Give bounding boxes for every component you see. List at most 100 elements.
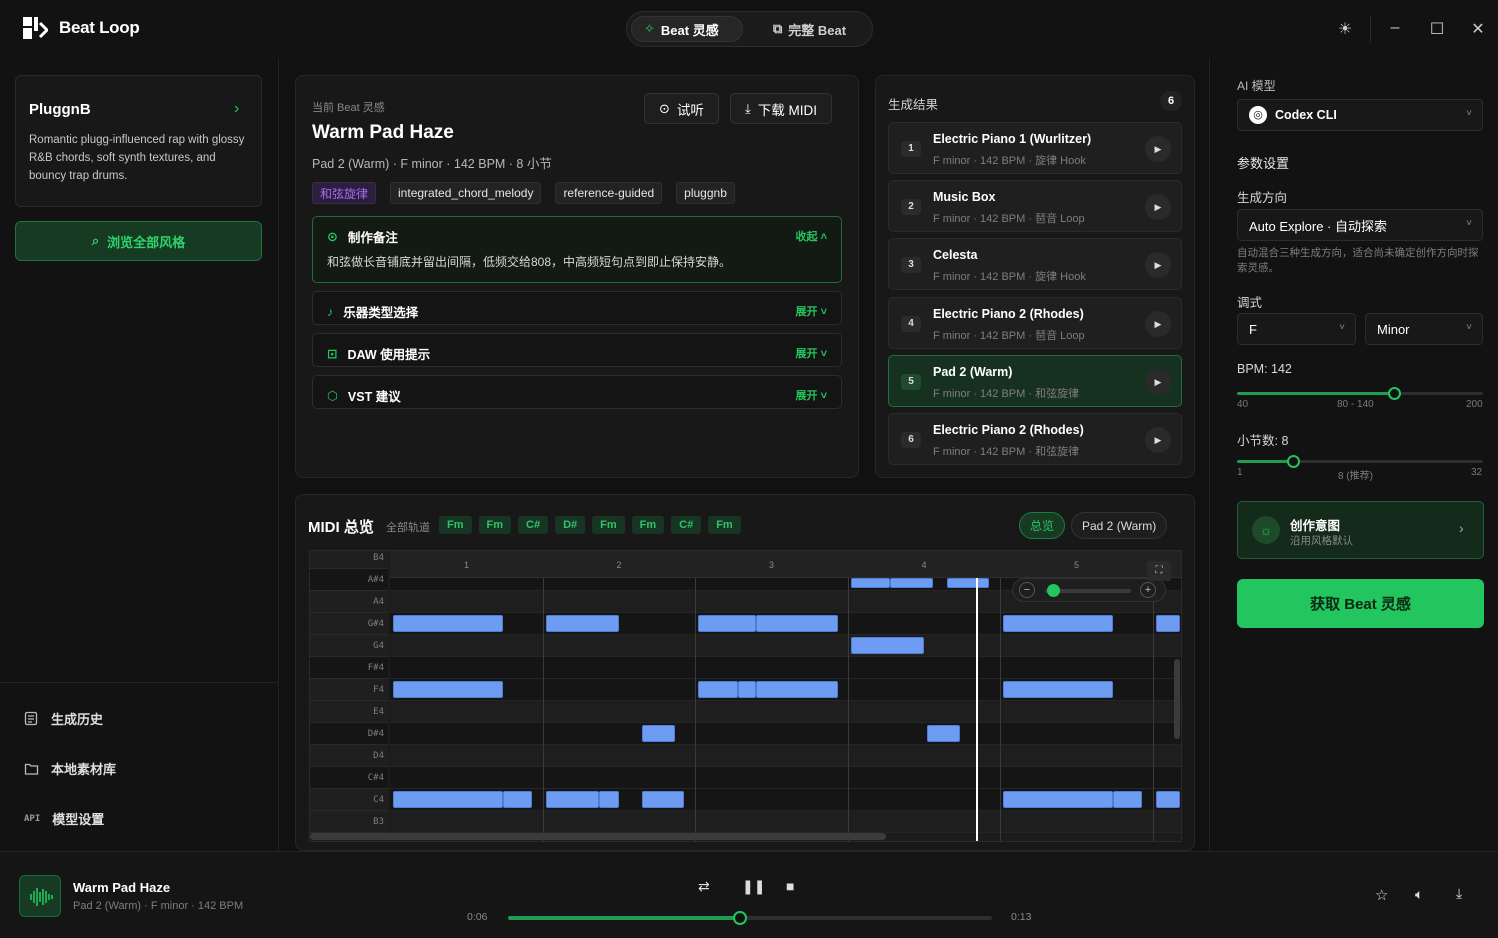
fullscreen-icon[interactable]: ⛶ (1147, 561, 1171, 581)
api-icon: API (24, 813, 41, 824)
result-item[interactable]: 3 Celesta F minor · 142 BPM · 旋律 Hook ▶ (888, 238, 1182, 290)
midi-note[interactable] (755, 681, 839, 698)
midi-note[interactable] (393, 791, 503, 808)
play-icon[interactable]: ▶ (1145, 194, 1171, 220)
play-icon[interactable]: ▶ (1145, 427, 1171, 453)
creative-intent-card[interactable]: ☼ 创作意图 沿用风格默认 › (1237, 501, 1484, 559)
result-number: 2 (901, 199, 921, 215)
result-item[interactable]: 2 Music Box F minor · 142 BPM · 琶音 Loop ▶ (888, 180, 1182, 232)
piano-roll[interactable]: B4 A#4 A4 G#4 G4 F#4 F4 E4 D#4 D4 C#4 C4 B3 1 2 3 4 5− + ⛶ (309, 550, 1182, 842)
openai-icon: ◎ (1249, 106, 1267, 124)
tab-full-beat[interactable]: ⧉ 完整 Beat (761, 16, 858, 42)
tab-label: Beat 灵感 (660, 22, 719, 38)
key-mode-select[interactable]: Minor ˅ (1365, 313, 1483, 345)
direction-select[interactable]: Auto Explore · 自动探索 ˅ (1237, 209, 1483, 241)
midi-note[interactable] (598, 791, 619, 808)
midi-note[interactable] (641, 725, 676, 742)
download-midi-button[interactable]: ⤓ 下载 MIDI (730, 93, 832, 124)
title-bar: Beat Loop ✧ Beat 灵感 ⧉ 完整 Beat ☀ – ☐ ✕ (0, 0, 1498, 58)
midi-note[interactable] (1112, 791, 1142, 808)
nav-model-settings[interactable]: API 模型设置 (24, 809, 104, 828)
midi-note[interactable] (850, 578, 891, 588)
zoom-slider-thumb[interactable] (1047, 584, 1060, 597)
star-icon[interactable]: ☆ (1375, 886, 1388, 904)
pause-icon[interactable]: ❚❚ (742, 878, 765, 895)
bpm-label: BPM: 142 (1237, 362, 1292, 376)
midi-note[interactable] (926, 725, 961, 742)
midi-note[interactable] (641, 791, 685, 808)
preview-button[interactable]: ⊙ 试听 (644, 93, 719, 124)
expand-toggle[interactable]: 展开 ˅ (796, 303, 827, 319)
key-label: E4 (310, 701, 388, 723)
vertical-scrollbar[interactable] (1174, 659, 1180, 739)
midi-note[interactable] (393, 681, 503, 698)
style-card[interactable]: PluggnB › Romantic plugg-influenced rap … (15, 75, 262, 207)
key-root-select[interactable]: F ˅ (1237, 313, 1356, 345)
midi-note[interactable] (946, 578, 990, 588)
browse-styles-button[interactable]: ⌕ 浏览全部风格 (15, 221, 262, 261)
instrument-selection-section[interactable]: ♪ 乐器类型选择 展开 ˅ (312, 291, 842, 325)
collapse-toggle[interactable]: 收起 ˄ (796, 228, 827, 244)
midi-note[interactable] (698, 681, 738, 698)
midi-note[interactable] (545, 791, 599, 808)
bar-line (1152, 578, 1154, 841)
bars-slider[interactable] (1237, 455, 1483, 468)
progress-thumb[interactable] (733, 911, 748, 925)
midi-note[interactable] (393, 615, 503, 632)
expand-toggle[interactable]: 展开 ˅ (796, 345, 827, 361)
play-icon[interactable]: ▶ (1145, 252, 1171, 278)
repeat-icon[interactable]: ⇄ (698, 878, 710, 895)
overview-toggle[interactable]: 总览 (1019, 512, 1066, 539)
stop-icon[interactable]: ■ (786, 878, 794, 894)
playhead[interactable] (975, 578, 978, 841)
midi-note[interactable] (737, 681, 756, 698)
midi-note[interactable] (1003, 615, 1113, 632)
bpm-slider-thumb[interactable] (1387, 387, 1401, 400)
nav-history[interactable]: 生成历史 (24, 709, 103, 728)
style-description: Romantic plugg-influenced rap with gloss… (29, 134, 245, 182)
midi-note[interactable] (890, 578, 933, 588)
direction-value: Auto Explore · 自动探索 (1249, 218, 1387, 234)
zoom-out-icon[interactable]: − (1019, 582, 1035, 598)
get-beat-button[interactable]: 获取 Beat 灵感 (1237, 579, 1484, 628)
midi-note[interactable] (1155, 791, 1180, 808)
close-icon[interactable]: ✕ (1468, 19, 1488, 39)
bpm-slider[interactable] (1237, 387, 1483, 400)
midi-note[interactable] (698, 615, 756, 632)
result-item[interactable]: 4 Electric Piano 2 (Rhodes) F minor · 142 … (888, 297, 1182, 349)
horizontal-scrollbar[interactable] (310, 833, 886, 840)
ai-model-select[interactable]: ◎ Codex CLI ˅ (1237, 99, 1483, 131)
midi-note[interactable] (1155, 615, 1180, 632)
midi-note[interactable] (502, 791, 532, 808)
play-icon[interactable]: ▶ (1145, 136, 1171, 162)
result-item[interactable]: 6 Electric Piano 2 (Rhodes) F minor · 142 … (888, 413, 1182, 465)
pitch-row (390, 723, 1181, 745)
result-item[interactable]: 5 Pad 2 (Warm) F minor · 142 BPM · 和弦旋律 ▶ (888, 355, 1182, 407)
midi-note[interactable] (1003, 681, 1113, 698)
maximize-icon[interactable]: ☐ (1427, 19, 1447, 39)
pitch-row (390, 811, 1181, 833)
nav-local-library[interactable]: 本地素材库 (24, 759, 116, 778)
progress-bar[interactable] (508, 911, 992, 925)
midi-note[interactable] (755, 615, 839, 632)
minimize-icon[interactable]: – (1385, 19, 1405, 37)
result-name: Celesta (933, 248, 978, 262)
play-icon[interactable]: ▶ (1145, 311, 1171, 337)
vst-suggestions-section[interactable]: ⬡ VST 建议 展开 ˅ (312, 375, 842, 409)
hexagon-icon: ⬡ (327, 389, 338, 403)
track-toggle[interactable]: Pad 2 (Warm) (1071, 512, 1168, 539)
midi-note[interactable] (1003, 791, 1113, 808)
expand-toggle[interactable]: 展开 ˅ (796, 387, 827, 403)
bars-slider-thumb[interactable] (1286, 455, 1300, 468)
play-icon[interactable]: ▶ (1145, 369, 1171, 395)
volume-icon[interactable]: 🔈︎ (1415, 886, 1423, 903)
midi-note[interactable] (545, 615, 619, 632)
theme-toggle-icon[interactable]: ☀ (1335, 19, 1355, 39)
result-item[interactable]: 1 Electric Piano 1 (Wurlitzer) F minor · 1… (888, 122, 1182, 174)
zoom-in-icon[interactable]: + (1140, 582, 1156, 598)
daw-tips-section[interactable]: ⊡ DAW 使用提示 展开 ˅ (312, 333, 842, 367)
tab-beat-inspiration[interactable]: ✧ Beat 灵感 (631, 16, 743, 42)
download-icon[interactable]: ⤓ (1456, 885, 1462, 902)
mode-switch: ✧ Beat 灵感 ⧉ 完整 Beat (626, 11, 873, 47)
midi-note[interactable] (850, 637, 924, 654)
